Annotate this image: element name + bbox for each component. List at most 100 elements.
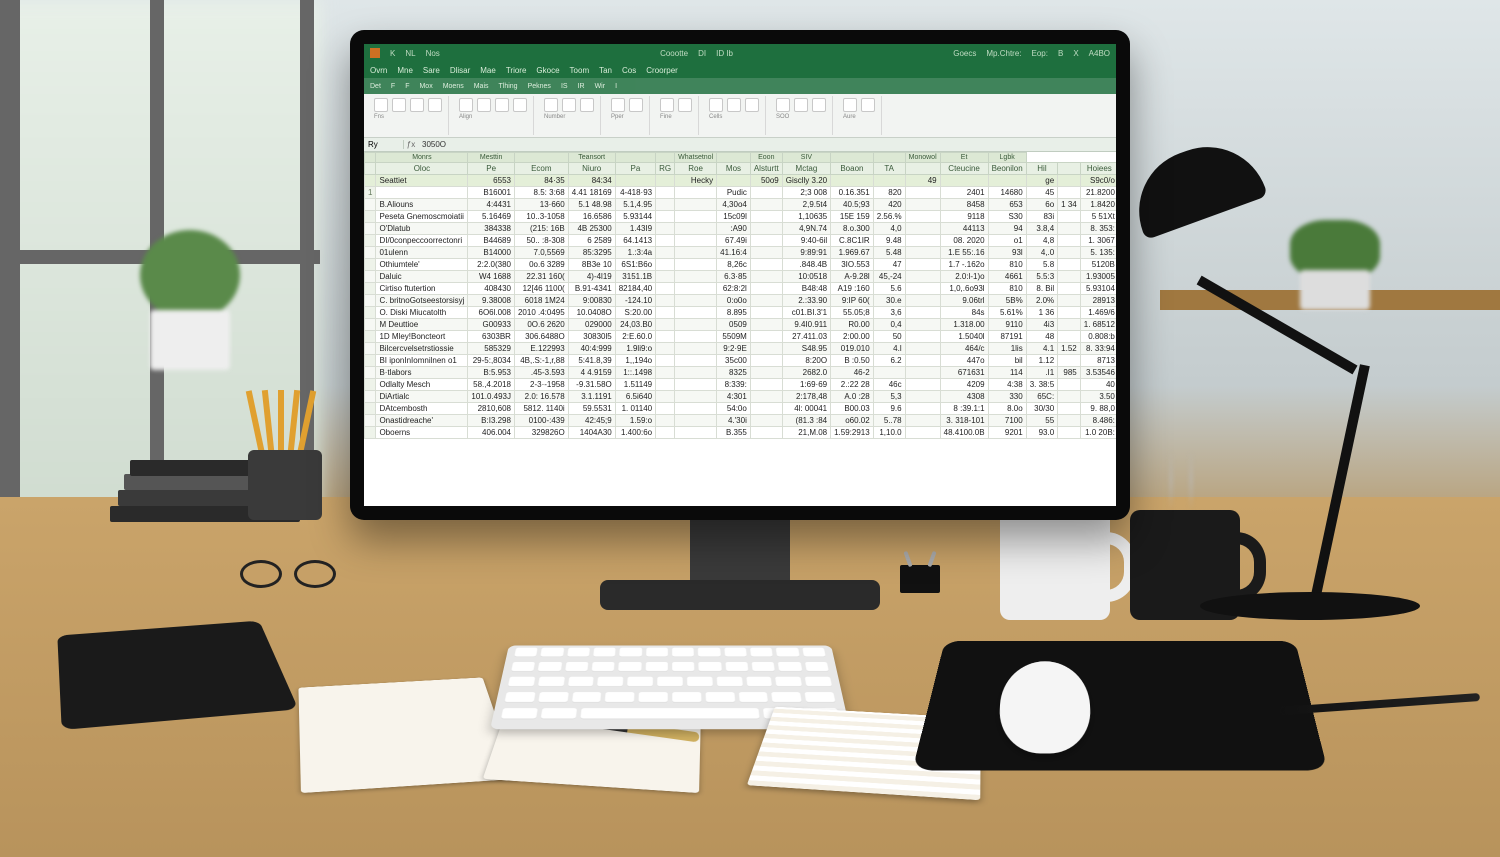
cell[interactable]: 2010 .4:0495 — [514, 307, 568, 319]
cell[interactable]: 4.1 — [1026, 343, 1057, 355]
cell[interactable] — [750, 415, 782, 427]
cell[interactable]: 5.16469 — [468, 211, 515, 223]
cell[interactable] — [675, 223, 717, 235]
column-header[interactable]: Hoiees — [1080, 163, 1116, 175]
cell[interactable]: 5509M — [717, 331, 751, 343]
cell[interactable] — [656, 211, 675, 223]
cell[interactable]: 1.400:6o — [615, 427, 655, 439]
cell[interactable]: c01.BI.3'1 — [782, 307, 830, 319]
column-group-header[interactable] — [656, 153, 675, 163]
title-right[interactable]: X — [1073, 49, 1078, 58]
cell[interactable]: 48.4100.0B — [940, 427, 988, 439]
cell[interactable] — [675, 211, 717, 223]
cell[interactable]: B16001 — [468, 187, 515, 199]
cell[interactable]: 4,.0 — [1026, 247, 1057, 259]
column-header[interactable]: Hil — [1026, 163, 1057, 175]
cell[interactable]: 810 — [988, 259, 1026, 271]
cell[interactable]: 5.61% — [988, 307, 1026, 319]
cell[interactable]: Oboerns — [376, 427, 468, 439]
cell[interactable]: .45-3.593 — [514, 367, 568, 379]
cell[interactable]: 5.5:3 — [1026, 271, 1057, 283]
cell[interactable] — [905, 271, 940, 283]
cell[interactable] — [675, 199, 717, 211]
column-header[interactable]: Pa — [615, 163, 655, 175]
column-group-header[interactable]: Eoon — [750, 153, 782, 163]
cell[interactable]: 93.0 — [1026, 427, 1057, 439]
column-group-header[interactable] — [831, 153, 874, 163]
cell[interactable]: 2;3 008 — [782, 187, 830, 199]
cell[interactable]: 1.51149 — [615, 379, 655, 391]
ribbon-button[interactable] — [678, 98, 692, 112]
cell[interactable]: 8,26c — [717, 259, 751, 271]
cell[interactable]: 15E 159 — [831, 211, 874, 223]
cell[interactable]: 46-2 — [831, 367, 874, 379]
menu-item[interactable]: Cos — [622, 66, 636, 75]
cell[interactable]: Hecky — [675, 175, 717, 187]
ribbon-button[interactable] — [477, 98, 491, 112]
title-right[interactable]: A4BO — [1089, 49, 1110, 58]
cell[interactable] — [750, 343, 782, 355]
cell[interactable]: 329826O — [514, 427, 568, 439]
cell[interactable]: B·tlabors — [376, 367, 468, 379]
cell[interactable]: 5.1 48.98 — [568, 199, 615, 211]
title-item[interactable]: NL — [405, 49, 415, 58]
cell[interactable] — [656, 319, 675, 331]
cell[interactable]: 6553 — [468, 175, 515, 187]
cell[interactable]: 114 — [988, 367, 1026, 379]
cell[interactable] — [675, 235, 717, 247]
cell[interactable] — [675, 271, 717, 283]
row-header[interactable] — [365, 331, 376, 343]
cell[interactable] — [750, 319, 782, 331]
cell[interactable]: S48.95 — [782, 343, 830, 355]
column-group-header[interactable]: Whatsetnol — [675, 153, 717, 163]
column-group-header[interactable]: Et — [940, 153, 988, 163]
cell[interactable] — [905, 355, 940, 367]
cell[interactable] — [656, 283, 675, 295]
cell[interactable]: (215: 16B — [514, 223, 568, 235]
cell[interactable]: 54:0o — [717, 403, 751, 415]
cell[interactable]: 48 — [1026, 331, 1057, 343]
cell[interactable]: 1.59:2913 — [831, 427, 874, 439]
column-header[interactable]: Beonilon — [988, 163, 1026, 175]
column-header[interactable]: TA — [873, 163, 905, 175]
cell[interactable] — [656, 187, 675, 199]
row-header[interactable] — [365, 415, 376, 427]
cell[interactable]: 1.969.67 — [831, 247, 874, 259]
column-header[interactable]: Boaon — [831, 163, 874, 175]
cell[interactable]: B44689 — [468, 235, 515, 247]
cell[interactable]: 1,0,.6o93l — [940, 283, 988, 295]
cell[interactable]: 3.50 — [1080, 391, 1116, 403]
cell[interactable]: 8:339: — [717, 379, 751, 391]
cell[interactable]: 6.3·85 — [717, 271, 751, 283]
cell[interactable]: 1. 01140 — [615, 403, 655, 415]
cell[interactable]: 7.0,5569 — [514, 247, 568, 259]
cell[interactable]: 1404A30 — [568, 427, 615, 439]
cell[interactable] — [675, 295, 717, 307]
title-item[interactable]: K — [390, 49, 395, 58]
cell[interactable]: C. britnoGotseestorsisyj — [376, 295, 468, 307]
cell[interactable]: 50 — [873, 331, 905, 343]
column-header[interactable] — [905, 163, 940, 175]
cell[interactable]: 6S1:B6o — [615, 259, 655, 271]
cell[interactable]: 8. 33:94 — [1080, 343, 1116, 355]
ribbon-button[interactable] — [428, 98, 442, 112]
cell[interactable]: Gisclly 3.20 — [782, 175, 830, 187]
cell[interactable]: 3151.1B — [615, 271, 655, 283]
row-header[interactable] — [365, 223, 376, 235]
cell[interactable] — [656, 223, 675, 235]
cell[interactable]: 8325 — [717, 367, 751, 379]
cell[interactable]: 8.o.300 — [831, 223, 874, 235]
row-header[interactable] — [365, 259, 376, 271]
cell[interactable]: 2401 — [940, 187, 988, 199]
cell[interactable] — [656, 199, 675, 211]
cell[interactable] — [1058, 283, 1081, 295]
cell[interactable]: 1.8420 — [1080, 199, 1116, 211]
cell[interactable]: 1.12 — [1026, 355, 1057, 367]
ribbon-button[interactable] — [660, 98, 674, 112]
cell[interactable] — [750, 259, 782, 271]
cell[interactable]: O'Dlatub — [376, 223, 468, 235]
cell[interactable]: 0,4 — [873, 319, 905, 331]
cell[interactable]: 93l — [988, 247, 1026, 259]
menu-item[interactable]: Tan — [599, 66, 612, 75]
menu-item[interactable]: Ovrn — [370, 66, 387, 75]
